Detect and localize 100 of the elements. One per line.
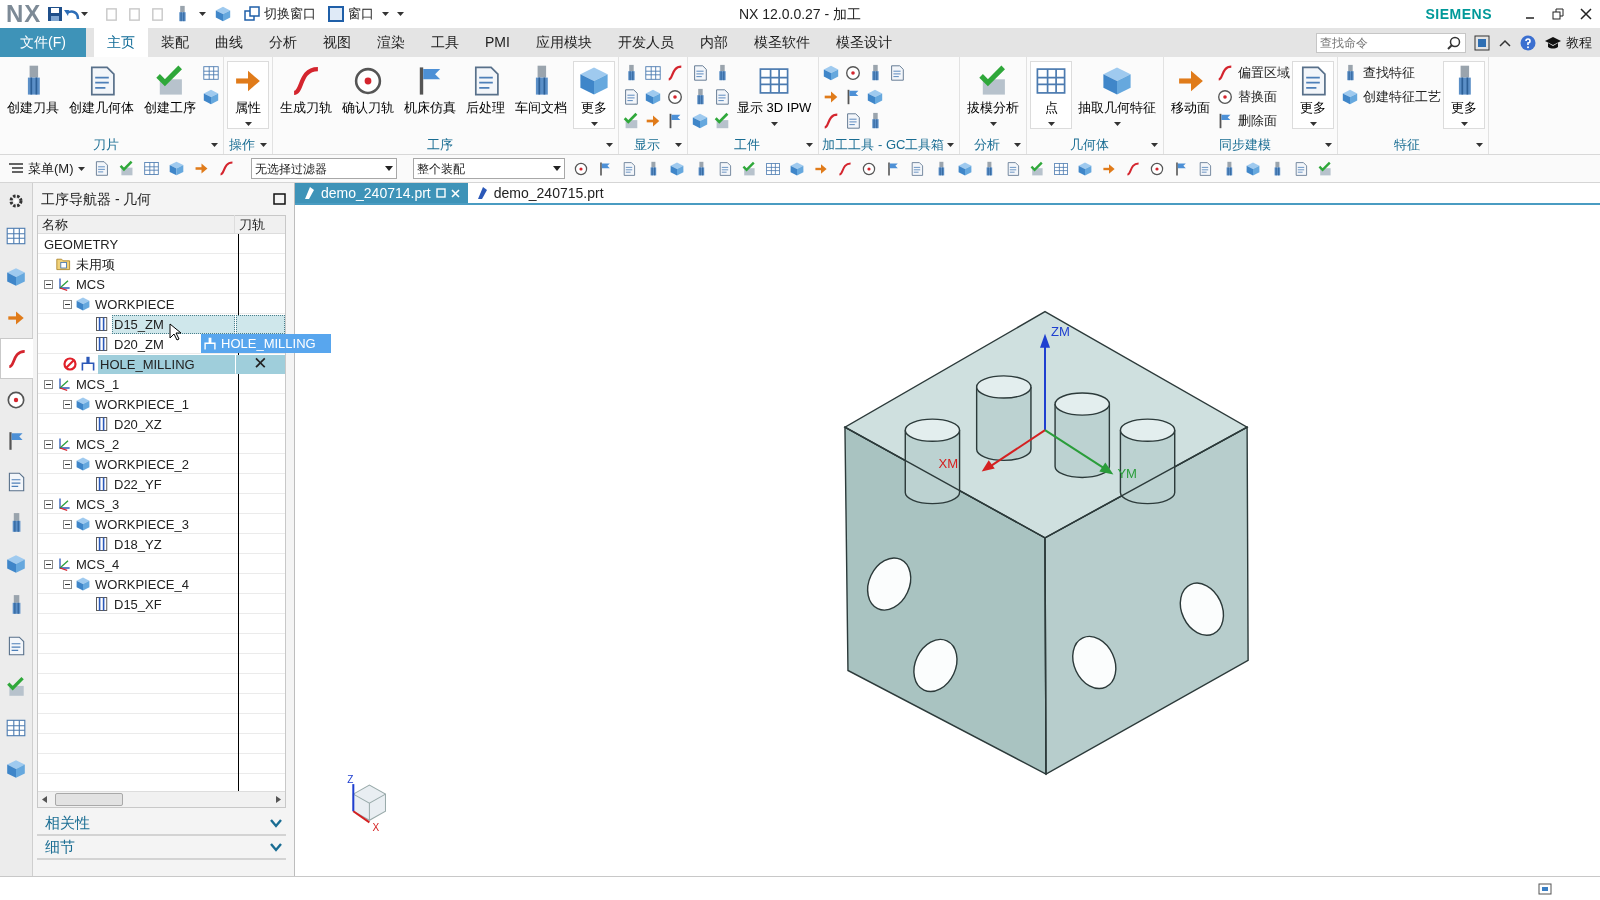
float-window-icon[interactable] <box>435 188 446 198</box>
column-header[interactable]: 名称 <box>38 214 234 235</box>
ribbon-button[interactable]: 确认刀轨 <box>338 61 398 121</box>
ribbon-button[interactable]: 属性 <box>227 61 269 129</box>
cube-icon[interactable] <box>1244 160 1261 177</box>
cube-icon[interactable] <box>866 88 885 106</box>
caret-icon[interactable] <box>244 121 252 126</box>
tree-item[interactable]: D18_YZ <box>112 534 162 554</box>
document-icon[interactable] <box>713 88 731 106</box>
caret-icon[interactable] <box>1325 143 1333 147</box>
caret-icon[interactable] <box>260 143 267 147</box>
cube-icon[interactable] <box>668 160 685 177</box>
curve-icon[interactable] <box>836 160 853 177</box>
save-icon[interactable] <box>47 6 64 22</box>
caret-icon[interactable] <box>1014 143 1022 147</box>
tutorial-link[interactable]: 教程 <box>1544 32 1592 53</box>
ribbon-button[interactable]: 更多 <box>1292 61 1335 129</box>
caret-icon[interactable] <box>989 121 997 126</box>
tree-item[interactable]: D22_YF <box>112 474 162 494</box>
caret-icon[interactable] <box>947 143 955 147</box>
ribbon-button[interactable]: 创建工序 <box>140 61 200 121</box>
grid-icon[interactable] <box>1052 160 1069 177</box>
scrollbar-thumb[interactable] <box>55 793 123 806</box>
tree-item[interactable]: MCS_4 <box>74 554 120 574</box>
collapse-toggle-icon[interactable] <box>63 399 72 409</box>
ribbon-button[interactable]: 创建刀具 <box>3 61 63 121</box>
help-icon[interactable] <box>1520 34 1536 51</box>
ribbon-button[interactable]: 删除面 <box>1216 111 1291 131</box>
ribbon-tab[interactable]: 渲染 <box>363 28 418 57</box>
caret-icon[interactable] <box>1113 121 1121 126</box>
tree-item[interactable]: WORKPIECE_2 <box>93 454 189 474</box>
caret-icon[interactable] <box>606 143 613 147</box>
caret-icon[interactable] <box>1309 121 1317 126</box>
ribbon-button[interactable]: 移动面 <box>1167 61 1215 121</box>
ribbon-button[interactable]: 偏置区域 <box>1216 63 1291 83</box>
collapse-toggle-icon[interactable] <box>63 459 72 469</box>
filter-dropdown[interactable]: 无选择过滤器 <box>250 158 397 179</box>
ribbon-button[interactable]: 查找特征 <box>1341 63 1442 83</box>
ribbon-tab[interactable]: 装配 <box>147 28 202 57</box>
close-icon[interactable] <box>1580 8 1592 20</box>
collapse-toggle-icon[interactable] <box>44 279 53 289</box>
collapse-toggle-icon[interactable] <box>63 519 72 529</box>
cube-icon[interactable] <box>644 88 662 106</box>
restore-icon[interactable] <box>1552 8 1564 20</box>
ribbon-button[interactable]: 更多 <box>1443 61 1486 129</box>
ribbon-button[interactable]: 创建特征工艺 <box>1341 87 1442 107</box>
document-icon[interactable] <box>888 64 907 82</box>
collapse-toggle-icon[interactable] <box>44 499 53 509</box>
ribbon-tab[interactable]: PMI <box>471 28 523 57</box>
search-icon[interactable] <box>1447 35 1461 50</box>
circle-icon[interactable] <box>572 160 589 177</box>
grid-icon[interactable] <box>202 64 220 82</box>
ribbon-tab[interactable]: 应用模块 <box>522 28 605 57</box>
caret-icon[interactable] <box>211 143 218 147</box>
ribbon-tab[interactable]: 模圣软件 <box>740 28 823 57</box>
grid-icon[interactable] <box>644 64 662 82</box>
caret-icon[interactable] <box>199 12 207 16</box>
chevron-down-icon[interactable] <box>270 842 282 852</box>
tree-item[interactable]: 未用项 <box>74 254 115 274</box>
filter-dropdown[interactable]: 整个装配 <box>412 158 565 179</box>
caret-icon[interactable] <box>806 143 814 147</box>
document-icon[interactable] <box>844 112 863 130</box>
scroll-left-icon[interactable] <box>42 796 47 803</box>
tree-item[interactable]: MCS <box>74 274 105 294</box>
ribbon-button[interactable]: 后处理 <box>462 61 509 121</box>
tree-item[interactable]: D15_ZM <box>112 314 235 334</box>
caret-icon[interactable] <box>81 12 89 16</box>
collapse-toggle-icon[interactable] <box>44 439 53 449</box>
circle-icon[interactable] <box>860 160 877 177</box>
ribbon-tab[interactable]: 工具 <box>417 28 472 57</box>
grid-icon[interactable] <box>764 160 781 177</box>
checkmark-icon[interactable] <box>1028 160 1045 177</box>
tree-item[interactable]: GEOMETRY <box>42 234 119 254</box>
caret-icon[interactable] <box>1460 121 1468 126</box>
ribbon-button[interactable]: 机床仿真 <box>400 61 460 121</box>
tree-item[interactable]: HOLE_MILLING <box>98 354 235 374</box>
ribbon-tab[interactable]: 视图 <box>309 28 364 57</box>
ribbon-tab[interactable]: 内部 <box>686 28 741 57</box>
tree-item[interactable]: MCS_1 <box>74 374 120 394</box>
cube-icon[interactable] <box>956 160 973 177</box>
caret-icon[interactable] <box>1047 121 1055 126</box>
ribbon-tab[interactable]: 开发人员 <box>604 28 687 57</box>
section-header[interactable]: 细节 <box>45 835 75 859</box>
caret-icon[interactable] <box>1476 143 1484 147</box>
collapse-toggle-icon[interactable] <box>63 299 72 309</box>
checkmark-icon[interactable] <box>1316 160 1333 177</box>
document-tab[interactable]: demo_240715.prt <box>467 183 612 203</box>
menu-button[interactable]: 菜单(M) <box>8 158 85 179</box>
ribbon-tab[interactable]: 主页 <box>93 28 148 57</box>
ribbon-tab[interactable]: 模圣设计 <box>822 28 905 57</box>
tree-item[interactable]: D20_XZ <box>112 414 162 434</box>
ribbon-button[interactable]: 抽取几何特征 <box>1074 61 1161 129</box>
tree-item[interactable]: WORKPIECE <box>93 294 175 314</box>
tree-item[interactable]: D20_ZM <box>112 334 164 354</box>
circle-icon[interactable] <box>1148 160 1165 177</box>
tree-item[interactable]: D15_XF <box>112 594 162 614</box>
tree-item[interactable]: WORKPIECE_3 <box>93 514 189 534</box>
checkmark-icon[interactable] <box>713 112 731 130</box>
toolbar-button[interactable]: 切换窗口 <box>244 4 317 24</box>
caret-icon[interactable] <box>590 121 598 126</box>
